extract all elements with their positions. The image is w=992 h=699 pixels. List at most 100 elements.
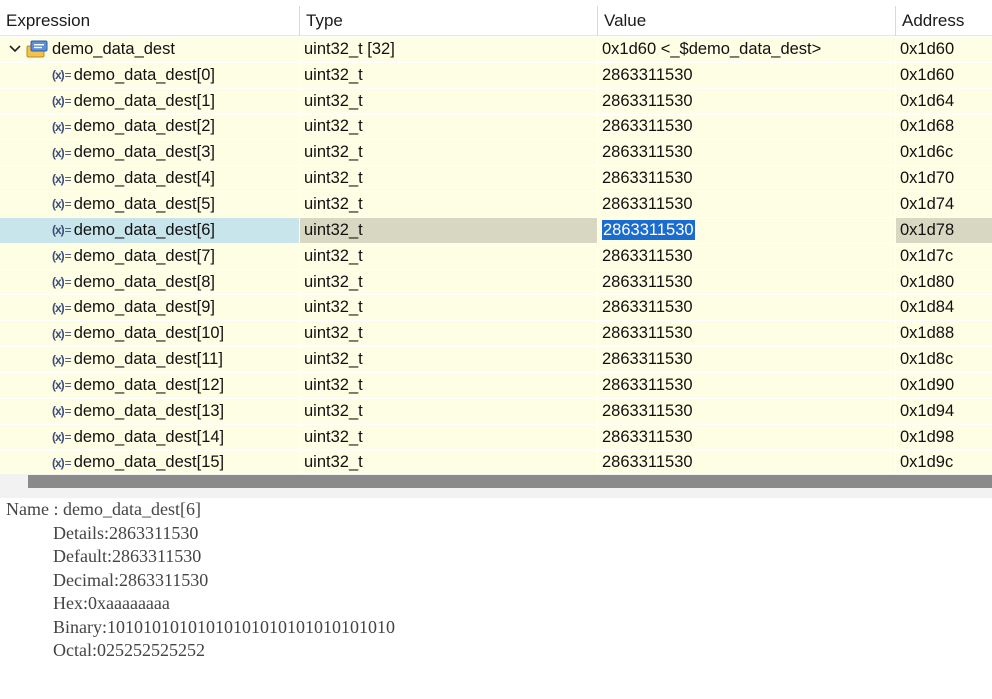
table-row[interactable]: (x) = demo_data_dest[13] uint32_t 2863311530… <box>0 398 992 425</box>
expression-cell[interactable]: (x) = demo_data_dest[4] <box>0 166 300 192</box>
table-row[interactable]: (x) = demo_data_dest[11] uint32_t 2863311530… <box>0 347 992 373</box>
type-cell[interactable]: uint32_t <box>300 62 598 88</box>
value-cell[interactable]: 2863311530 <box>598 424 896 450</box>
address-cell[interactable]: 0x1d6c <box>896 140 992 165</box>
expression-cell[interactable]: (x) = demo_data_dest[9] <box>0 295 300 321</box>
value-text[interactable]: 2863311530 <box>602 428 693 447</box>
value-cell[interactable]: 2863311530 <box>598 269 896 295</box>
value-text[interactable]: 2863311530 <box>602 66 693 85</box>
value-text[interactable]: 2863311530 <box>602 273 693 292</box>
type-cell[interactable]: uint32_t <box>300 450 598 474</box>
value-text[interactable]: 2863311530 <box>602 324 693 343</box>
type-cell[interactable]: uint32_t <box>300 217 598 243</box>
column-header-expression[interactable]: Expression <box>0 6 300 36</box>
table-row[interactable]: (x) = demo_data_dest[14] uint32_t 2863311530… <box>0 424 992 451</box>
value-text[interactable]: 2863311530 <box>602 169 693 188</box>
address-cell[interactable]: 0x1d70 <box>896 166 992 191</box>
address-cell[interactable]: 0x1d7c <box>896 244 992 269</box>
address-cell[interactable]: 0x1d78 <box>896 217 992 243</box>
table-row[interactable]: (x) = demo_data_dest[1] uint32_t 2863311530 0… <box>0 88 992 115</box>
value-cell[interactable]: 2863311530 <box>598 192 896 217</box>
address-cell[interactable]: 0x1d84 <box>896 295 992 320</box>
address-cell[interactable]: 0x1d8c <box>896 347 992 372</box>
type-cell[interactable]: uint32_t <box>300 114 598 140</box>
expression-cell[interactable]: (x) = demo_data_dest[11] <box>0 347 300 372</box>
scrollbar-thumb[interactable] <box>28 475 992 488</box>
column-header-address[interactable]: Address <box>896 6 992 36</box>
expression-cell[interactable]: (x) = demo_data_dest[13] <box>0 398 300 424</box>
value-cell[interactable]: 2863311530 <box>598 114 896 140</box>
expression-cell[interactable]: (x) = demo_data_dest[3] <box>0 140 300 166</box>
table-row[interactable]: (x) = demo_data_dest[9] uint32_t 2863311530 0… <box>0 295 992 322</box>
expression-cell[interactable]: (x) = demo_data_dest[0] <box>0 62 300 88</box>
value-cell[interactable]: 2863311530 <box>598 398 896 424</box>
value-cell[interactable]: 2863311530 <box>598 217 896 243</box>
address-cell[interactable]: 0x1d9c <box>896 451 992 475</box>
value-cell[interactable]: 2863311530 <box>598 166 896 192</box>
value-cell[interactable]: 2863311530 <box>598 450 896 474</box>
value-cell[interactable]: 0x1d60 <_$demo_data_dest> <box>598 37 896 62</box>
table-row[interactable]: (x) = demo_data_dest[0] uint32_t 2863311530 0… <box>0 62 992 89</box>
value-text[interactable]: 2863311530 <box>602 402 693 421</box>
expression-cell[interactable]: (x) = demo_data_dest[2] <box>0 114 300 140</box>
type-cell[interactable]: uint32_t <box>300 295 598 321</box>
value-cell[interactable]: 2863311530 <box>598 372 896 398</box>
value-text[interactable]: 2863311530 <box>602 143 693 162</box>
expression-cell[interactable]: (x) = demo_data_dest[7] <box>0 243 300 269</box>
expression-cell[interactable]: (x) = demo_data_dest[5] <box>0 192 300 217</box>
table-row[interactable]: (x) = demo_data_dest[7] uint32_t 2863311530 0… <box>0 243 992 270</box>
expression-cell[interactable]: (x) = demo_data_dest[8] <box>0 269 300 295</box>
address-cell[interactable]: 0x1d98 <box>896 425 992 450</box>
column-header-value[interactable]: Value <box>598 6 896 36</box>
table-row[interactable]: (x) = demo_data_dest[15] uint32_t 2863311530… <box>0 450 992 475</box>
type-cell[interactable]: uint32_t <box>300 398 598 424</box>
address-cell[interactable]: 0x1d94 <box>896 399 992 424</box>
value-cell[interactable]: 2863311530 <box>598 62 896 88</box>
table-row[interactable]: (x) = demo_data_dest[10] uint32_t 2863311530… <box>0 321 992 348</box>
expression-cell[interactable]: (x) = demo_data_dest[10] <box>0 321 300 347</box>
address-cell[interactable]: 0x1d60 <box>896 63 992 88</box>
value-text[interactable]: 2863311530 <box>602 376 693 395</box>
table-row[interactable]: (x) = demo_data_dest[12] uint32_t 2863311530… <box>0 372 992 399</box>
value-text[interactable]: 2863311530 <box>602 92 693 111</box>
table-row[interactable]: (x) = demo_data_dest[6] uint32_t 2863311530 0… <box>0 217 992 244</box>
address-cell[interactable]: 0x1d64 <box>896 89 992 114</box>
type-cell[interactable]: uint32_t <box>300 372 598 398</box>
value-cell[interactable]: 2863311530 <box>598 295 896 321</box>
expression-cell[interactable]: (x) = demo_data_dest[6] <box>0 217 300 243</box>
type-cell[interactable]: uint32_t <box>300 269 598 295</box>
type-cell[interactable]: uint32_t [32] <box>300 37 598 62</box>
address-cell[interactable]: 0x1d68 <box>896 115 992 140</box>
type-cell[interactable]: uint32_t <box>300 140 598 166</box>
type-cell[interactable]: uint32_t <box>300 243 598 269</box>
table-row[interactable]: (x) = demo_data_dest[4] uint32_t 2863311530 0… <box>0 166 992 193</box>
table-row[interactable]: (x) = demo_data_dest[5] uint32_t 2863311530 0… <box>0 192 992 218</box>
value-text[interactable]: 2863311530 <box>602 220 695 241</box>
horizontal-scrollbar[interactable] <box>0 474 992 498</box>
table-row[interactable]: (x) = demo_data_dest[3] uint32_t 2863311530 0… <box>0 140 992 167</box>
address-cell[interactable]: 0x1d80 <box>896 270 992 295</box>
expression-cell[interactable]: (x) = demo_data_dest[14] <box>0 424 300 450</box>
table-row[interactable]: (x) = demo_data_dest[2] uint32_t 2863311530 0… <box>0 114 992 141</box>
expression-cell[interactable]: (x) = demo_data_dest[15] <box>0 450 300 474</box>
value-cell[interactable]: 2863311530 <box>598 140 896 166</box>
value-text[interactable]: 2863311530 <box>602 350 693 369</box>
value-cell[interactable]: 2863311530 <box>598 88 896 114</box>
value-cell[interactable]: 2863311530 <box>598 243 896 269</box>
type-cell[interactable]: uint32_t <box>300 166 598 192</box>
expression-cell[interactable]: (x) = demo_data_dest[1] <box>0 88 300 114</box>
column-header-type[interactable]: Type <box>300 6 598 36</box>
value-text[interactable]: 0x1d60 <_$demo_data_dest> <box>602 40 821 59</box>
type-cell[interactable]: uint32_t <box>300 424 598 450</box>
type-cell[interactable]: uint32_t <box>300 321 598 347</box>
value-text[interactable]: 2863311530 <box>602 298 693 317</box>
value-text[interactable]: 2863311530 <box>602 453 693 472</box>
expression-cell[interactable]: (x) = demo_data_dest[12] <box>0 372 300 398</box>
address-cell[interactable]: 0x1d88 <box>896 321 992 346</box>
address-cell[interactable]: 0x1d74 <box>896 192 992 217</box>
value-text[interactable]: 2863311530 <box>602 195 693 214</box>
table-row[interactable]: (x) = demo_data_dest[8] uint32_t 2863311530 0… <box>0 269 992 296</box>
value-cell[interactable]: 2863311530 <box>598 347 896 372</box>
value-cell[interactable]: 2863311530 <box>598 321 896 347</box>
chevron-down-icon[interactable] <box>8 45 22 53</box>
